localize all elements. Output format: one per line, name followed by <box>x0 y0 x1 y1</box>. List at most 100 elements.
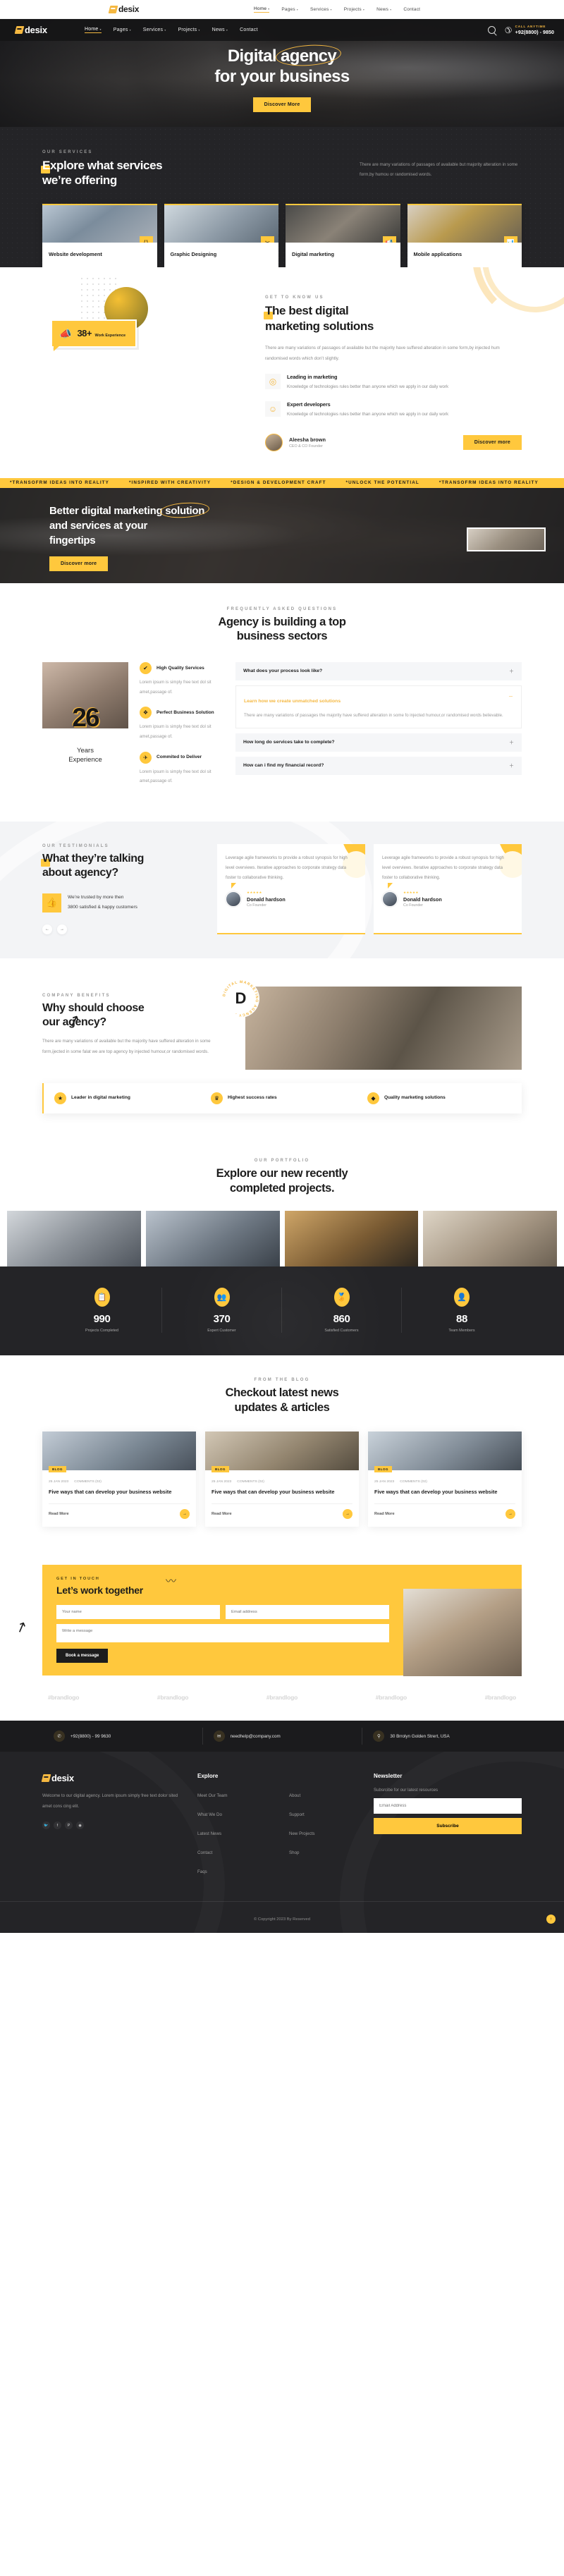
blog-read-more[interactable]: Read More <box>49 1512 69 1516</box>
footer-link-meet-our-team[interactable]: Meet Our Team <box>197 1793 228 1798</box>
services-title-rest: xplore what services <box>49 159 163 172</box>
testimonials-title: What they’re talking about agency? <box>41 852 144 880</box>
faq-question: Learn how we create unmatched solutions <box>244 698 341 704</box>
subscribe-button[interactable]: Subscribe <box>374 1818 522 1835</box>
faq-point: ✈ Commited to Deliver Lorem ipsum is simp… <box>140 751 224 786</box>
service-card[interactable]: ✂ Graphic Designing <box>164 203 278 268</box>
benefits-visual: D DIGITAL MARKETING AGENCY . <box>221 979 522 1072</box>
testimonial-role: Co Founder <box>403 903 423 908</box>
footer-link-support[interactable]: Support <box>289 1812 305 1817</box>
topnav-item-contact[interactable]: Contact <box>403 7 420 12</box>
marquee-item: *UNLOCK THE POTENTIAL <box>345 480 419 486</box>
topnav-item-news[interactable]: News ▾ <box>376 7 391 12</box>
blog-card[interactable]: BLOG 25 JAN 2023 COMMENTS (02) Five ways … <box>368 1432 522 1527</box>
footer-logo[interactable]: desix <box>41 1773 183 1783</box>
hero-discover-button[interactable]: Discover More <box>252 97 312 112</box>
marquee-item: *INSPIRED WITH CREATIVITY <box>128 480 212 486</box>
nav-item-projects[interactable]: Projects ▾ <box>178 28 200 32</box>
portfolio-item[interactable] <box>7 1211 141 1267</box>
topnav-item-projects[interactable]: Projects ▾ <box>344 7 364 12</box>
author-role: CEO & CO Founder <box>289 444 323 448</box>
arrow-right-icon[interactable]: → <box>505 1509 515 1520</box>
portfolio-item[interactable] <box>423 1211 557 1267</box>
chevron-down-icon: ▾ <box>99 28 102 31</box>
arrow-right-icon[interactable]: → <box>343 1509 352 1520</box>
stat-number: 370 <box>213 1313 231 1326</box>
faq-point-title: High Quality Services <box>157 665 204 671</box>
nav-item-home[interactable]: Home ▾ <box>85 27 102 33</box>
contact-eyebrow: GET IN TOUCH <box>56 1577 100 1582</box>
faq-section: FREQUENTLY ASKED QUESTIONS Agency is bui… <box>0 582 564 822</box>
faq-point-text: Lorem ipsum is simply free text dol sit … <box>140 679 212 695</box>
send-message-button[interactable]: Book a message <box>56 1649 109 1664</box>
blog-read-more[interactable]: Read More <box>374 1512 395 1516</box>
faq-accordion-item-open[interactable]: Learn how we create unmatched solutions … <box>235 685 522 728</box>
twitter-icon[interactable]: 🐦 <box>42 1821 50 1830</box>
footer-link-latest-news[interactable]: Latest News <box>197 1831 221 1836</box>
copyright: © Copyright 2023 By Reserved <box>254 1917 310 1922</box>
instagram-icon[interactable]: ◉ <box>76 1821 84 1830</box>
faq-accordion-item[interactable]: What does your process look like? ＋ <box>235 661 522 680</box>
service-card[interactable]: ⟨⟩ Website development <box>42 203 157 268</box>
info-phone[interactable]: ✆ +92(8800) - 99 9630 <box>42 1730 202 1742</box>
call-info[interactable]: ✆ CALL ANYTIME +92(8800) - 9850 <box>505 25 554 35</box>
arrow-right-icon[interactable]: → <box>57 924 67 934</box>
info-email[interactable]: ✉ needhelp@company.com <box>202 1728 362 1745</box>
faq-accordion-item[interactable]: How can i find my financial record? ＋ <box>235 756 522 775</box>
testimonials-intro: OUR TESTIMONIALS What they’re talking ab… <box>41 844 204 934</box>
hero-title-part2: for your business <box>214 67 350 87</box>
search-icon[interactable] <box>487 26 496 34</box>
footer-link-new-projects[interactable]: New Projects <box>289 1831 314 1836</box>
topnav-item-pages[interactable]: Pages ▾ <box>281 7 298 12</box>
header-logo[interactable]: desix <box>14 25 47 35</box>
name-input[interactable] <box>56 1605 220 1620</box>
nav-item-services[interactable]: Services ▾ <box>143 28 166 32</box>
cta-discover-button[interactable]: Discover more <box>49 556 109 571</box>
topnav-item-services[interactable]: Services ▾ <box>310 7 332 12</box>
page: desix Home ▾ Pages ▾ Services ▾ Projects ▾ N… <box>0 0 564 1934</box>
message-textarea[interactable] <box>56 1624 389 1643</box>
service-card[interactable]: 📢 Digital marketing <box>286 203 400 268</box>
footer-link-about[interactable]: About <box>289 1793 300 1798</box>
arrow-right-icon[interactable]: → <box>180 1509 190 1520</box>
rating-icon: 🏅 <box>333 1288 350 1307</box>
portfolio-grid <box>7 1211 557 1267</box>
pinterest-icon[interactable]: P <box>65 1821 73 1830</box>
nav-item-news[interactable]: News ▾ <box>212 28 228 32</box>
footer-link-what-we-do[interactable]: What We Do <box>197 1812 222 1817</box>
testimonial-text: Leverage agile frameworks to provide a r… <box>226 855 348 881</box>
topbar-logo[interactable]: desix <box>108 4 139 14</box>
nav-item-contact[interactable]: Contact <box>240 28 258 32</box>
footer-link-faqs[interactable]: Faqs <box>197 1869 207 1874</box>
cta-line3: fingertips <box>49 535 96 547</box>
faq-accordion-item[interactable]: How long do services take to complete? ＋ <box>235 733 522 752</box>
arrow-left-icon[interactable]: ← <box>42 924 52 934</box>
blog-read-more[interactable]: Read More <box>212 1512 232 1516</box>
topbar-nav: Home ▾ Pages ▾ Services ▾ Projects ▾ News ▾ C… <box>254 6 420 13</box>
chevron-down-icon: ▾ <box>129 28 131 32</box>
facebook-icon[interactable]: f <box>54 1821 61 1830</box>
topnav-item-home[interactable]: Home ▾ <box>254 6 270 13</box>
email-input[interactable] <box>226 1605 389 1620</box>
portfolio-item[interactable] <box>284 1211 419 1267</box>
nav-item-pages[interactable]: Pages ▾ <box>114 28 131 32</box>
logo-mark-icon <box>41 1774 51 1783</box>
about-discover-button[interactable]: Discover more <box>462 434 522 450</box>
carousel-arrows: ← → <box>42 924 204 934</box>
footer-link-shop[interactable]: Shop <box>289 1850 299 1855</box>
info-address[interactable]: ⚲ 30 Brrolyn Golden Strert, USA <box>362 1728 522 1745</box>
marquee-item: *TRANSOFRM IDEAS INTO REALITY <box>10 480 109 486</box>
blog-title-pre: Checkout <box>225 1386 279 1400</box>
blog-card[interactable]: BLOG 25 JAN 2023 COMMENTS (02) Five ways … <box>42 1432 196 1527</box>
blog-card[interactable]: BLOG 25 JAN 2023 COMMENTS (02) Five ways … <box>205 1432 359 1527</box>
service-card[interactable]: 📊 Mobile applications <box>407 203 522 268</box>
portfolio-item[interactable] <box>145 1211 280 1267</box>
footer-link-contact[interactable]: Contact <box>197 1850 212 1855</box>
testimonial-cards: Leverage agile frameworks to provide a r… <box>217 844 522 934</box>
blog-title: Checkout latest news updates & articles <box>226 1386 339 1415</box>
about-title-line2: marketing solutions <box>265 319 374 334</box>
contact-section: ↗ 〰 GET IN TOUCH Let’s work together Boo… <box>0 1551 564 1721</box>
newsletter-email-input[interactable] <box>374 1798 522 1814</box>
blog-grid: BLOG 25 JAN 2023 COMMENTS (02) Five ways … <box>42 1432 522 1527</box>
marquee-item: *TRANSOFRM IDEAS INTO REALITY <box>439 480 539 486</box>
